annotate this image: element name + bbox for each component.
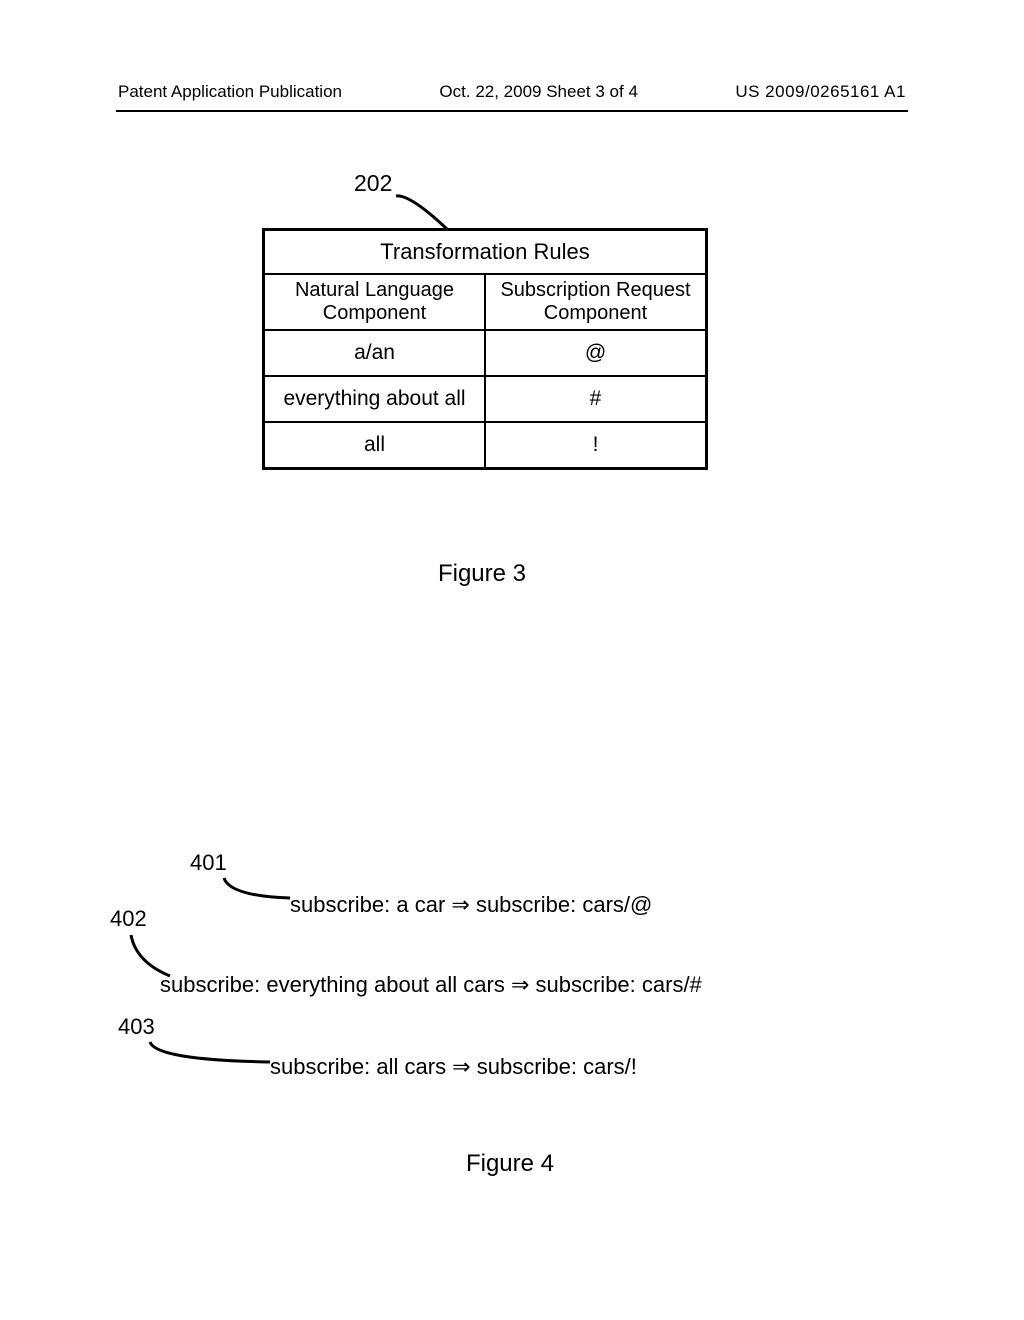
example-line-403: subscribe: all cars ⇒ subscribe: cars/! (270, 1054, 637, 1080)
ref-202: 202 (354, 170, 392, 197)
figure-3-caption: Figure 3 (262, 560, 702, 588)
cell-nl: everything about all (265, 377, 486, 421)
header-right: US 2009/0265161 A1 (735, 82, 906, 102)
cell-sr: ! (486, 423, 705, 467)
table-title: Transformation Rules (265, 231, 705, 275)
cell-sr: # (486, 377, 705, 421)
leader-line-403-icon (146, 1038, 276, 1068)
table-header-row: Natural Language Component Subscription … (265, 275, 705, 331)
ref-401: 401 (190, 850, 227, 876)
col2-header: Subscription Request Component (486, 275, 705, 329)
ref-403: 403 (118, 1014, 155, 1040)
header-rule (116, 110, 908, 112)
header-left: Patent Application Publication (118, 82, 342, 102)
col2-header-line2: Component (544, 302, 647, 324)
page-header: Patent Application Publication Oct. 22, … (0, 82, 1024, 102)
cell-sr: @ (486, 331, 705, 375)
cell-nl: all (265, 423, 486, 467)
table-row: a/an @ (265, 331, 705, 377)
example-line-402: subscribe: everything about all cars ⇒ s… (160, 972, 702, 998)
example-line-401: subscribe: a car ⇒ subscribe: cars/@ (290, 892, 652, 918)
col2-header-line1: Subscription Request (500, 279, 690, 301)
transformation-rules-table: Transformation Rules Natural Language Co… (262, 228, 708, 470)
figure-4-caption: Figure 4 (110, 1150, 910, 1178)
col1-header-line1: Natural Language (295, 279, 454, 301)
cell-nl: a/an (265, 331, 486, 375)
header-mid: Oct. 22, 2009 Sheet 3 of 4 (439, 82, 637, 102)
table-row: all ! (265, 423, 705, 467)
table-row: everything about all # (265, 377, 705, 423)
patent-page: Patent Application Publication Oct. 22, … (0, 0, 1024, 1320)
leader-line-401-icon (220, 874, 300, 904)
ref-402: 402 (110, 906, 147, 932)
col1-header: Natural Language Component (265, 275, 486, 329)
col1-header-line2: Component (323, 302, 426, 324)
